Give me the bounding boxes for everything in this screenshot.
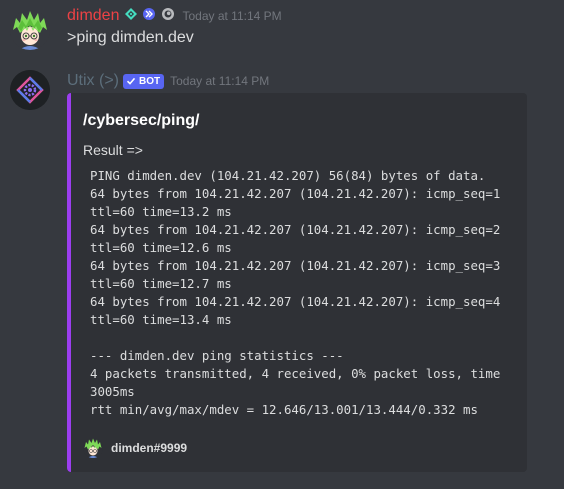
- code-line: 4 packets transmitted, 4 received, 0% pa…: [90, 366, 501, 381]
- timestamp: Today at 11:14 PM: [182, 9, 282, 23]
- anime-avatar-icon: [10, 10, 50, 50]
- message-content: >ping dimden.dev: [67, 29, 194, 46]
- code-line: ttl=60 time=13.2 ms: [90, 204, 232, 219]
- code-line: 64 bytes from 104.21.42.207 (104.21.42.2…: [90, 258, 501, 273]
- code-line: --- dimden.dev ping statistics ---: [90, 348, 344, 363]
- embed-footer-text: dimden#9999: [111, 441, 188, 455]
- code-line: ttl=60 time=12.7 ms: [90, 276, 232, 291]
- bot-tag: BOT: [123, 73, 165, 89]
- code-line: 3005ms: [90, 384, 135, 399]
- username[interactable]: dimden: [67, 6, 119, 26]
- bot-tag-label: BOT: [139, 75, 161, 87]
- embed: /cybersec/ping/ Result => PING dimden.de…: [67, 93, 527, 472]
- code-line: rtt min/avg/max/mdev = 12.646/13.001/13.…: [90, 402, 478, 417]
- embed-accent-bar: [67, 93, 71, 472]
- code-line: ttl=60 time=12.6 ms: [90, 240, 232, 255]
- booster-icon[interactable]: [160, 7, 176, 26]
- gear-logo-icon: [10, 70, 50, 110]
- message-dimden: dimden Today at 11:14 PM >ping dimden.de…: [0, 0, 564, 60]
- hypesquad-icon[interactable]: [124, 7, 138, 26]
- verified-check-icon: [126, 77, 136, 85]
- avatar[interactable]: [10, 10, 50, 50]
- bot-avatar[interactable]: [10, 70, 50, 110]
- code-line: 64 bytes from 104.21.42.207 (104.21.42.2…: [90, 186, 501, 201]
- code-line: PING dimden.dev (104.21.42.207) 56(84) b…: [90, 168, 486, 183]
- embed-title: /cybersec/ping/: [83, 112, 200, 129]
- code-line: 64 bytes from 104.21.42.207 (104.21.42.2…: [90, 222, 501, 237]
- message-header: Utix (>) BOT Today at 11:14 PM: [67, 71, 269, 91]
- code-block: PING dimden.dev (104.21.42.207) 56(84) b…: [83, 167, 527, 419]
- embed-footer: dimden#9999: [83, 438, 187, 458]
- footer-avatar: [83, 438, 103, 458]
- anime-avatar-icon: [83, 438, 103, 458]
- bot-username[interactable]: Utix (>): [67, 71, 119, 91]
- nitro-icon[interactable]: [142, 7, 156, 26]
- timestamp: Today at 11:14 PM: [170, 74, 270, 88]
- message-header: dimden Today at 11:14 PM: [67, 6, 282, 26]
- embed-description: Result =>: [83, 142, 143, 158]
- code-line: ttl=60 time=13.4 ms: [90, 312, 232, 327]
- code-line: 64 bytes from 104.21.42.207 (104.21.42.2…: [90, 294, 501, 309]
